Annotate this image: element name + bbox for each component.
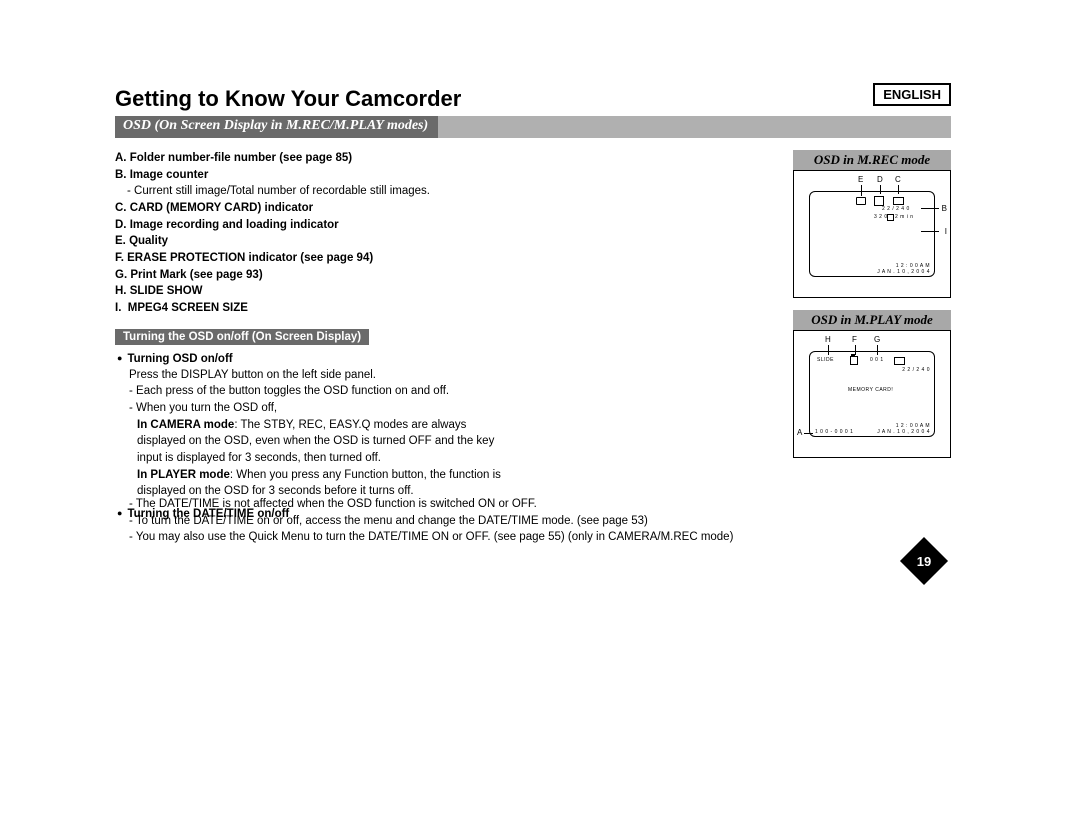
indicator-h: H. SLIDE SHOW	[115, 283, 515, 300]
indicator-b-sub: - Current still image/Total number of re…	[127, 183, 515, 200]
indicator-f: F. ERASE PROTECTION indicator (see page …	[115, 250, 515, 267]
bullet1-dashlist: Each press of the button toggles the OSD…	[129, 383, 515, 416]
indicator-c: C. CARD (MEMORY CARD) indicator	[115, 200, 515, 217]
section-bar: Turning the OSD on/off (On Screen Displa…	[115, 329, 369, 345]
indicator-d: D. Image recording and loading indicator	[115, 217, 515, 234]
diagram2-title: OSD in M.PLAY mode	[793, 310, 951, 330]
diagram1-title: OSD in M.REC mode	[793, 150, 951, 170]
language-label: ENGLISH	[873, 83, 951, 106]
indicator-g: G. Print Mark (see page 93)	[115, 267, 515, 284]
banner-bar: OSD (On Screen Display in M.REC/M.PLAY m…	[115, 116, 951, 140]
page-title: Getting to Know Your Camcorder	[115, 86, 951, 112]
indicator-e: E. Quality	[115, 233, 515, 250]
right-column: OSD in M.REC mode E D C B I 2 2 / 2 4 0 …	[793, 150, 951, 458]
bullet-turning-osd: Turning OSD on/off	[117, 353, 515, 365]
left-column: A. Folder number-file number (see page 8…	[115, 150, 515, 522]
diagram2: H F G A SLIDE 0 0 1 2 2 / 2 4 0 MEMORY C…	[793, 330, 951, 458]
page-number: 19	[907, 544, 941, 578]
bullet1-body: Press the DISPLAY button on the left sid…	[129, 367, 515, 384]
indicator-i: I. MPEG4 SCREEN SIZE	[115, 300, 515, 317]
diagram1: E D C B I 2 2 / 2 4 0 3 2 0 2 m i n 1 2 …	[793, 170, 951, 298]
indicator-a: A. Folder number-file number (see page 8…	[115, 150, 515, 167]
bullet1-camera: In CAMERA mode: The STBY, REC, EASY.Q mo…	[137, 417, 515, 467]
indicator-b: B. Image counter	[115, 167, 515, 184]
datetime-notes: The DATE/TIME is not affected when the O…	[115, 496, 951, 546]
